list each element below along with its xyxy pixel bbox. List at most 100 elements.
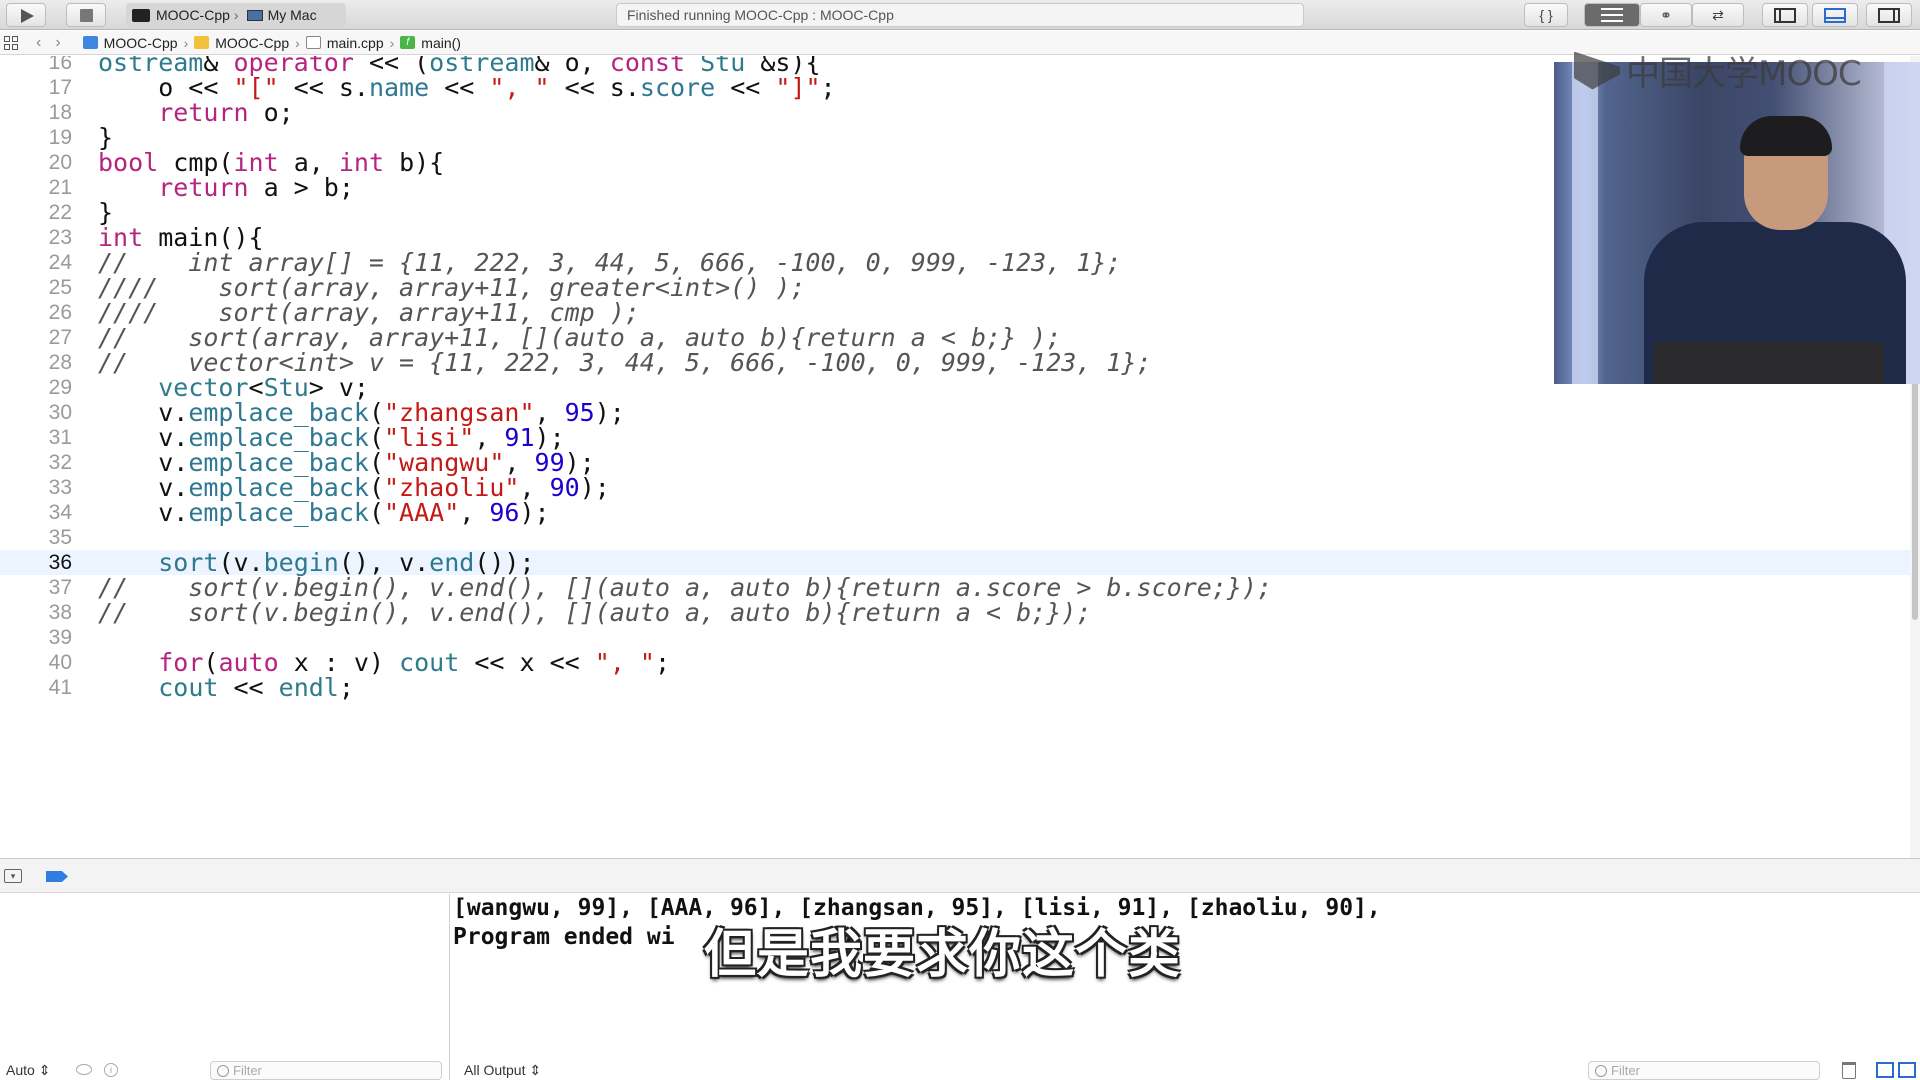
utilities-toggle-button[interactable] — [1866, 3, 1912, 27]
line-number[interactable]: 33 — [0, 475, 72, 500]
hide-debug-area-icon[interactable]: ▾ — [4, 869, 22, 883]
scheme-selector[interactable]: MOOC-Cpp › My Mac — [126, 3, 346, 27]
code-line[interactable]: 39 — [0, 625, 1910, 650]
project-icon — [82, 36, 98, 49]
line-number[interactable]: 30 — [0, 400, 72, 425]
code-line[interactable]: 34 v.emplace_back("AAA", 96); — [0, 500, 1910, 525]
line-number[interactable]: 21 — [0, 175, 72, 200]
debug-area-toggle-button[interactable] — [1812, 3, 1858, 27]
line-number[interactable]: 16 — [0, 56, 72, 75]
code-text: v.emplace_back("wangwu", 99); — [98, 450, 595, 475]
show-variables-icon[interactable] — [1876, 1062, 1894, 1078]
breakpoints-toggle-icon[interactable] — [46, 871, 68, 882]
code-text: o << "[" << s.name << ", " << s.score <<… — [98, 73, 835, 102]
code-token: name — [368, 73, 430, 102]
code-text: } — [98, 200, 113, 225]
line-number[interactable]: 36 — [0, 550, 72, 575]
run-button[interactable] — [6, 3, 46, 27]
line-number[interactable]: 17 — [0, 75, 72, 100]
code-token: 96 — [489, 498, 520, 527]
line-number[interactable]: 32 — [0, 450, 72, 475]
line-number[interactable]: 24 — [0, 250, 72, 275]
line-number[interactable]: 18 — [0, 100, 72, 125]
line-number[interactable]: 20 — [0, 150, 72, 175]
line-number[interactable]: 41 — [0, 675, 72, 700]
line-number[interactable]: 19 — [0, 125, 72, 150]
variables-view[interactable] — [0, 894, 450, 1080]
line-number[interactable]: 39 — [0, 625, 72, 650]
code-line[interactable]: 35 — [0, 525, 1910, 550]
code-line[interactable]: 41 cout << endl; — [0, 675, 1910, 700]
stop-icon — [80, 9, 93, 22]
breadcrumb-label: main.cpp — [326, 34, 384, 51]
show-console-icon[interactable] — [1898, 1062, 1916, 1078]
output-select[interactable]: All Output ⇕ — [464, 1060, 541, 1080]
line-number[interactable]: 23 — [0, 225, 72, 250]
code-token: << — [715, 73, 776, 102]
debug-bar: ▾ — [0, 858, 1920, 893]
code-token: ", " — [489, 73, 550, 102]
code-token: cout — [158, 673, 219, 702]
line-number[interactable]: 37 — [0, 575, 72, 600]
trash-icon[interactable] — [1842, 1062, 1856, 1079]
code-text: // sort(array, array+11, [](auto a, auto… — [98, 325, 1061, 350]
forward-arrow-icon[interactable]: › — [55, 34, 60, 52]
variables-scope-select[interactable]: Auto ⇕ — [6, 1060, 50, 1080]
code-line[interactable]: 40 for(auto x : v) cout << x << ", "; — [0, 650, 1910, 675]
line-number[interactable]: 22 — [0, 200, 72, 225]
console-filter-input[interactable]: Filter — [1588, 1061, 1820, 1080]
code-line[interactable]: 37 // sort(v.begin(), v.end(), [](auto a,… — [0, 575, 1910, 600]
filter-icon — [1595, 1065, 1607, 1077]
related-items-icon[interactable] — [4, 35, 18, 50]
navigator-toggle-button[interactable] — [1762, 3, 1808, 27]
info-icon[interactable]: i — [104, 1063, 118, 1077]
library-button[interactable]: { } — [1524, 3, 1568, 27]
code-text: // sort(v.begin(), v.end(), [](auto a, a… — [98, 575, 1272, 600]
filter-icon — [217, 1065, 229, 1077]
code-token: emplace_back — [188, 498, 369, 527]
eye-icon[interactable] — [76, 1064, 92, 1075]
code-token: v. — [98, 498, 189, 527]
line-number[interactable]: 29 — [0, 375, 72, 400]
editor-scroll-thumb[interactable] — [1912, 380, 1918, 620]
code-line[interactable]: 33 v.emplace_back("zhaoliu", 90); — [0, 475, 1910, 500]
breadcrumb-file[interactable]: main.cpp — [305, 34, 384, 51]
code-text: return a > b; — [98, 175, 354, 200]
code-text: sort(v.begin(), v.end()); — [98, 550, 534, 575]
code-text: //// sort(array, array+11, greater<int>(… — [98, 275, 805, 300]
code-line[interactable]: 30 v.emplace_back("zhangsan", 95); — [0, 400, 1910, 425]
line-number[interactable]: 34 — [0, 500, 72, 525]
lines-icon — [1601, 8, 1623, 22]
assistant-editor-button[interactable]: ⚭ — [1640, 3, 1692, 27]
code-line[interactable]: 31 v.emplace_back("lisi", 91); — [0, 425, 1910, 450]
mooc-watermark-logo: 中国大学MOOC — [1574, 46, 1862, 95]
console-line-fragment: e — [675, 924, 689, 950]
stop-button[interactable] — [66, 3, 106, 27]
console-view[interactable]: [wangwu, 99], [AAA, 96], [zhangsan, 95],… — [451, 894, 1920, 1080]
line-number[interactable]: 35 — [0, 525, 72, 550]
activity-status: Finished running MOOC-Cpp : MOOC-Cpp — [616, 3, 1304, 27]
standard-editor-button[interactable] — [1584, 3, 1640, 27]
breadcrumb-label: MOOC-Cpp — [103, 34, 178, 51]
line-number[interactable]: 40 — [0, 650, 72, 675]
line-number[interactable]: 25 — [0, 275, 72, 300]
breadcrumb-function[interactable]: f main() — [400, 35, 461, 51]
back-arrow-icon[interactable]: ‹ — [36, 34, 41, 52]
breadcrumb-project[interactable]: MOOC-Cpp — [82, 34, 178, 51]
line-number[interactable]: 26 — [0, 300, 72, 325]
code-token: a > b; — [248, 173, 354, 202]
breadcrumb-folder[interactable]: MOOC-Cpp — [194, 35, 289, 51]
code-token: cout — [399, 648, 460, 677]
code-line[interactable]: 32 v.emplace_back("wangwu", 99); — [0, 450, 1910, 475]
version-editor-button[interactable]: ⇄ — [1692, 3, 1744, 27]
chevron-right-icon: › — [183, 34, 189, 51]
line-number[interactable]: 27 — [0, 325, 72, 350]
chevron-right-icon: › — [295, 34, 300, 51]
line-number[interactable]: 28 — [0, 350, 72, 375]
code-token: 95 — [564, 398, 595, 427]
code-line[interactable]: 38 // sort(v.begin(), v.end(), [](auto a,… — [0, 600, 1910, 625]
line-number[interactable]: 31 — [0, 425, 72, 450]
line-number[interactable]: 38 — [0, 600, 72, 625]
variables-filter-input[interactable]: Filter — [210, 1061, 442, 1080]
code-line[interactable]: 36 sort(v.begin(), v.end()); — [0, 550, 1910, 575]
